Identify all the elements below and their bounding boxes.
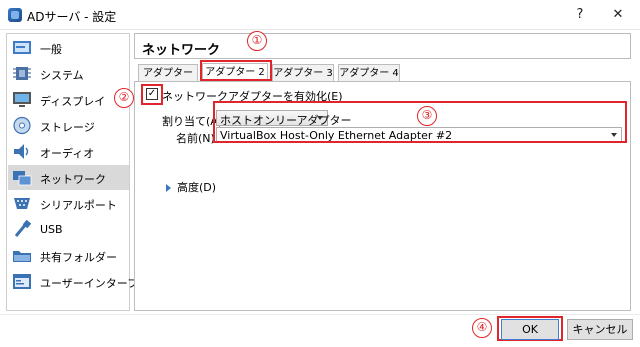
attached-to-value: ホストオンリーアダプター: [220, 114, 352, 127]
window-title: ADサーバ - 設定: [27, 10, 117, 24]
sidebar-item-general[interactable]: 一般: [8, 35, 129, 60]
callout-2: ②: [114, 88, 134, 108]
sidebar-item-label: オーディオ: [40, 147, 95, 160]
close-button[interactable]: ✕: [608, 6, 628, 24]
system-chip-icon: [13, 67, 31, 80]
callout-1: ①: [247, 31, 267, 51]
sidebar-item-label: USB: [40, 223, 63, 236]
sidebar-item-label: シリアルポート: [40, 199, 117, 212]
page-title: ネットワーク: [134, 33, 631, 59]
sidebar-item-label: ストレージ: [40, 121, 95, 134]
advanced-expander[interactable]: 高度(D): [166, 179, 216, 195]
sidebar-item-label: システム: [40, 69, 84, 82]
callout-3: ③: [417, 106, 437, 126]
dropdown-arrow-icon: [611, 133, 617, 137]
audio-speaker-icon: [14, 144, 29, 159]
ok-button[interactable]: OK: [501, 319, 559, 340]
dropdown-arrow-icon: [317, 116, 323, 120]
sidebar-item-label: ディスプレイ: [40, 95, 106, 108]
enable-adapter-checkbox[interactable]: ✓: [146, 88, 158, 100]
advanced-label: 高度(D): [177, 181, 217, 194]
tab-adapter-2[interactable]: アダプター 2: [202, 63, 268, 82]
adapter-name-label: 名前(N):: [176, 132, 219, 145]
settings-sidebar: 一般 システム ディスプレイ ストレージ オーディオ ネットワーク シリアルポー…: [6, 33, 171, 311]
enable-adapter-label[interactable]: ネットワークアダプターを有効化(E): [162, 88, 343, 104]
storage-disc-icon: [13, 116, 31, 135]
footer-separator: [0, 314, 640, 315]
expand-triangle-icon: [166, 184, 171, 192]
title-bar: ADサーバ - 設定 ? ✕: [0, 0, 640, 30]
sidebar-item-storage[interactable]: ストレージ: [8, 113, 129, 138]
general-icon: [13, 41, 31, 54]
sidebar-item-serial-port[interactable]: シリアルポート: [8, 191, 129, 216]
cancel-button[interactable]: キャンセル: [567, 319, 633, 340]
sidebar-item-audio[interactable]: オーディオ: [8, 139, 129, 164]
sidebar-item-label: 一般: [40, 43, 62, 56]
sidebar-item-label: ネットワーク: [40, 173, 106, 186]
sidebar-item-user-interface[interactable]: ユーザーインターフェース: [8, 269, 171, 294]
tab-adapter-1[interactable]: アダプター 1: [138, 64, 198, 96]
adapter-tab-panel: ✓ ネットワークアダプターを有効化(E) 割り当て(A): ホストオンリーアダプ…: [134, 81, 631, 311]
sidebar-item-shared-folders[interactable]: 共有フォルダー: [8, 243, 129, 268]
callout-4: ④: [472, 318, 492, 338]
user-interface-icon: [13, 274, 31, 289]
serial-port-icon: [14, 198, 30, 209]
shared-folder-icon: [13, 251, 31, 262]
sidebar-item-system[interactable]: システム: [8, 61, 129, 86]
sidebar-item-label: 共有フォルダー: [40, 251, 117, 264]
adapter-name-select[interactable]: VirtualBox Host-Only Ethernet Adapter #2: [216, 127, 622, 143]
settings-pane: ネットワーク アダプター 1 アダプター 2 アダプター 3 アダプター 4 ✓…: [134, 33, 634, 311]
virtualbox-app-icon: [8, 8, 22, 22]
attached-to-select[interactable]: ホストオンリーアダプター: [216, 110, 352, 127]
sidebar-item-network[interactable]: ネットワーク: [8, 165, 129, 190]
adapter-name-value: VirtualBox Host-Only Ethernet Adapter #2: [220, 129, 453, 142]
sidebar-item-usb[interactable]: USB: [8, 217, 129, 242]
help-button[interactable]: ?: [570, 6, 590, 24]
tab-adapter-3[interactable]: アダプター 3: [272, 64, 334, 82]
tab-adapter-4[interactable]: アダプター 4: [338, 64, 400, 82]
network-icon: [13, 171, 32, 186]
display-monitor-icon: [13, 92, 31, 107]
sidebar-item-display[interactable]: ディスプレイ: [8, 87, 129, 112]
usb-icon: [14, 220, 32, 237]
